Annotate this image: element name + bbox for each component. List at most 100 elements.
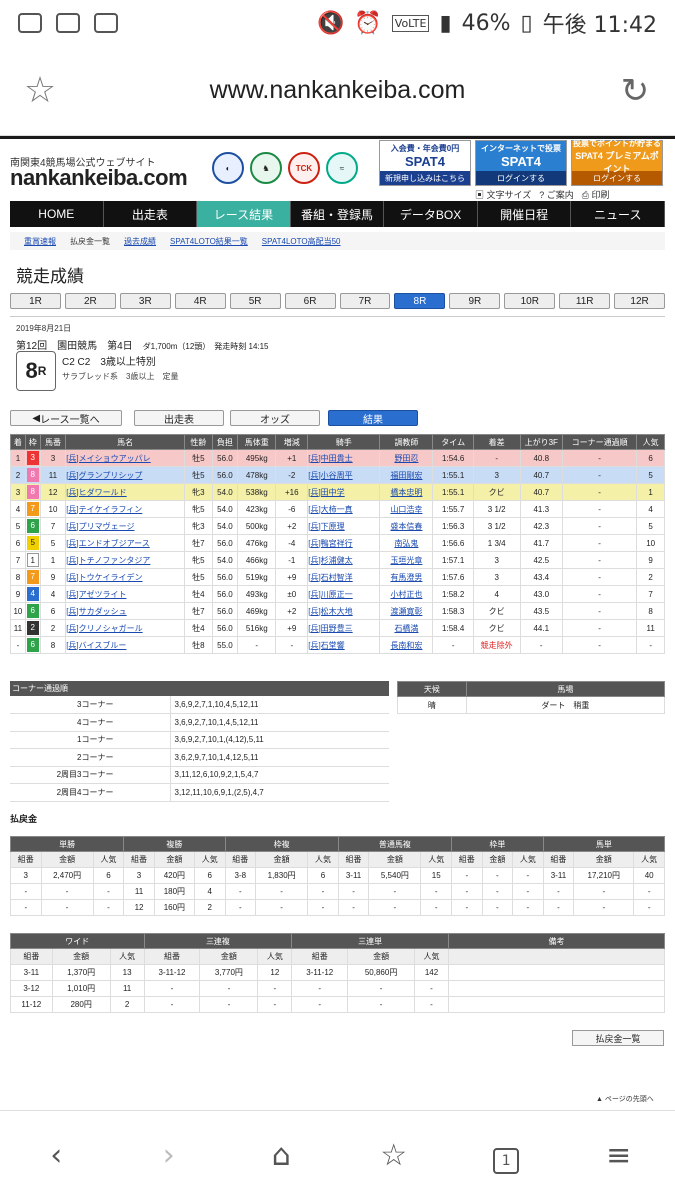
spat4-login-banner[interactable]: インターネットで投票 SPAT4 ログインする xyxy=(475,140,567,186)
horse-link[interactable]: [兵]サカダッシュ xyxy=(67,607,127,616)
corner-order: 3,11,12,6,10,9,2,1,5,4,7 xyxy=(170,766,389,784)
race-tab-5[interactable]: 5R xyxy=(229,293,281,309)
horse-link[interactable]: [兵]ヒダワールド xyxy=(67,488,127,497)
race-tab-4[interactable]: 4R xyxy=(174,293,226,309)
horse-link[interactable]: [兵]トチノファンタジア xyxy=(67,556,151,565)
race-tab-2[interactable]: 2R xyxy=(64,293,116,309)
horse-link[interactable]: [兵]エンドオブジアース xyxy=(67,539,150,548)
menu-icon[interactable]: ≡ xyxy=(563,1138,675,1173)
payout-cell: - xyxy=(573,899,635,916)
horse-link[interactable]: [兵]トウケイライデン xyxy=(67,573,143,582)
table-cell: - xyxy=(561,551,638,569)
jockey-link[interactable]: [兵]松木大地 xyxy=(309,607,353,616)
nav-schedule[interactable]: 開催日程 xyxy=(478,201,572,227)
trainer-link[interactable]: 玉垣光章 xyxy=(390,556,422,565)
funabashi-logo-icon[interactable]: ♞ xyxy=(250,152,282,184)
jockey-link[interactable]: [兵]小谷周平 xyxy=(309,471,353,480)
race-tab-9[interactable]: 9R xyxy=(449,293,501,309)
nav-program[interactable]: 番組・登録馬 xyxy=(291,201,385,227)
horse-link[interactable]: [兵]メイショウアッパレ xyxy=(67,454,151,463)
jockey-link[interactable]: [兵]石村智洋 xyxy=(309,573,353,582)
horse-link[interactable]: [兵]クリノシャガール xyxy=(67,624,143,633)
tck-logo-icon[interactable]: TCK xyxy=(288,152,320,184)
horse-link[interactable]: [兵]アゼツライト xyxy=(67,590,127,599)
jockey-link[interactable]: [兵]川原正一 xyxy=(309,590,353,599)
nav-entries[interactable]: 出走表 xyxy=(104,201,198,227)
subnav-loto-high[interactable]: SPAT4LOTO高配当50 xyxy=(262,236,341,247)
page-top-link[interactable]: ▲ ページの先頭へ xyxy=(596,1094,654,1104)
home-icon[interactable]: ⌂ xyxy=(225,1138,338,1173)
jockey-link[interactable]: [兵]田中学 xyxy=(309,488,345,497)
guide-link[interactable]: ? ご案内 xyxy=(539,188,574,201)
jockey-link[interactable]: [兵]鴨宮祥行 xyxy=(309,539,353,548)
payout-list-button[interactable]: 払戻金一覧 xyxy=(572,1030,664,1046)
bookmarks-icon[interactable]: ☆ xyxy=(338,1138,451,1173)
trainer-link[interactable]: 小村正也 xyxy=(390,590,422,599)
jockey-link[interactable]: [兵]中田貴士 xyxy=(309,454,353,463)
jockey-link[interactable]: [兵]田野豊三 xyxy=(309,624,353,633)
trainer-link[interactable]: 渡瀬寛彰 xyxy=(390,607,422,616)
spat4-signup-link[interactable]: 新規申し込みはこちら xyxy=(380,171,470,185)
spat4-premium-banner[interactable]: 投票でポイントが貯まる SPAT4 プレミアムポイント ログインする xyxy=(571,139,663,186)
trainer-link[interactable]: 福田剛宏 xyxy=(390,471,422,480)
race-tab-11[interactable]: 11R xyxy=(559,293,611,309)
race-tab-1[interactable]: 1R xyxy=(10,293,61,309)
jockey-link[interactable]: [兵]杉浦健太 xyxy=(309,556,353,565)
trainer-link[interactable]: 山口浩幸 xyxy=(390,505,422,514)
trainer-link[interactable]: 野田忍 xyxy=(394,454,418,463)
subnav-payouts[interactable]: 払戻金一覧 xyxy=(70,236,110,247)
tabs-icon[interactable]: 1 xyxy=(450,1138,563,1174)
nav-databox[interactable]: データBOX xyxy=(384,201,478,227)
back-icon[interactable]: ‹ xyxy=(0,1138,113,1173)
race-tab-8[interactable]: 8R xyxy=(394,293,446,309)
table-cell: - xyxy=(636,636,665,654)
race-tab-7[interactable]: 7R xyxy=(339,293,391,309)
urawa-logo-icon[interactable]: ◐ xyxy=(212,152,244,184)
horse-link[interactable]: [兵]バイスブルー xyxy=(67,641,127,650)
race-list-button[interactable]: ◀ レース一覧へ xyxy=(10,410,122,426)
result-button[interactable]: 結果 xyxy=(328,410,418,426)
trainer-link[interactable]: 橋本忠明 xyxy=(390,488,422,497)
trainer-link[interactable]: 南弘鬼 xyxy=(394,539,418,548)
kawasaki-logo-icon[interactable]: ≈ xyxy=(326,152,358,184)
spat4-signup-banner[interactable]: 入会費・年会費0円 SPAT4 新規申し込みはこちら xyxy=(379,140,471,186)
odds-button[interactable]: オッズ xyxy=(230,410,320,426)
results-header: コーナー通過順 xyxy=(561,434,638,450)
horse-link[interactable]: [兵]プリマヴェージ xyxy=(67,522,135,531)
payout-cell: - xyxy=(307,899,339,916)
trainer-link[interactable]: 有馬澄男 xyxy=(390,573,422,582)
race-tab-6[interactable]: 6R xyxy=(284,293,336,309)
nav-news[interactable]: ニュース xyxy=(571,201,666,227)
trainer-link[interactable]: 石橋満 xyxy=(394,624,418,633)
reload-icon[interactable]: ↻ xyxy=(595,71,675,111)
trainer-link[interactable]: 盛本信春 xyxy=(390,522,422,531)
nav-race-results[interactable]: レース結果 xyxy=(197,201,291,227)
table-cell: -2 xyxy=(275,466,309,484)
race-tab-3[interactable]: 3R xyxy=(119,293,171,309)
site-logo[interactable]: nankankeiba.com xyxy=(10,165,188,191)
nav-home[interactable]: HOME xyxy=(10,201,104,227)
font-size-control[interactable]: ▣ 文字サイズ xyxy=(475,188,531,201)
subnav-graded-news[interactable]: 重賞速報 xyxy=(24,236,56,247)
subnav-past-results[interactable]: 過去成績 xyxy=(124,236,156,247)
bookmark-star-icon[interactable]: ☆ xyxy=(0,70,80,111)
spat4-login-link[interactable]: ログインする xyxy=(476,171,566,185)
jockey-link[interactable]: [兵]石堂響 xyxy=(309,641,345,650)
race-tab-12[interactable]: 12R xyxy=(614,293,666,309)
forward-icon[interactable]: › xyxy=(113,1138,226,1173)
payout-cell: - xyxy=(512,899,544,916)
jockey-link[interactable]: [兵]下原理 xyxy=(309,522,345,531)
horse-link[interactable]: [兵]グランプリシップ xyxy=(67,471,143,480)
print-link[interactable]: ⎙ 印刷 xyxy=(582,188,610,201)
table-cell: 4 xyxy=(10,500,26,518)
payout-cell: - xyxy=(10,899,42,916)
race-tab-10[interactable]: 10R xyxy=(504,293,556,309)
subnav-loto-results[interactable]: SPAT4LOTO結果一覧 xyxy=(170,236,248,247)
entries-button[interactable]: 出走表 xyxy=(134,410,224,426)
url-display[interactable]: www.nankankeiba.com xyxy=(80,76,595,105)
jockey-link[interactable]: [兵]大柿一真 xyxy=(309,505,353,514)
horse-link[interactable]: [兵]テイケイラフィン xyxy=(67,505,143,514)
table-cell: 8 xyxy=(39,636,67,654)
trainer-link[interactable]: 長南和宏 xyxy=(390,641,422,650)
payout-cell: 4 xyxy=(193,883,226,900)
